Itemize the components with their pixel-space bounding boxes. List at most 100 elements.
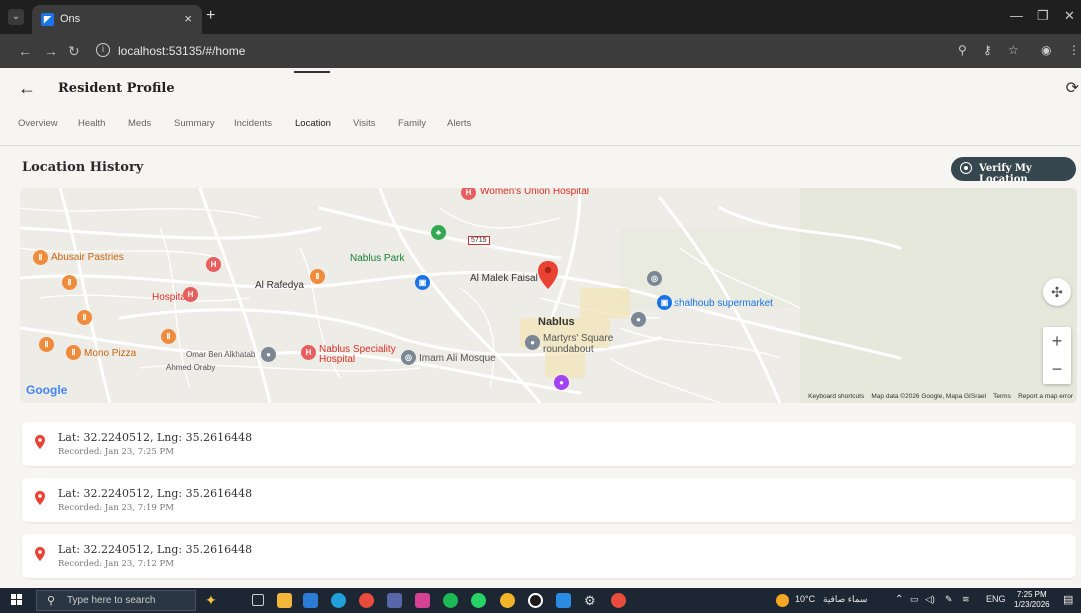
close-window-icon[interactable]: ✕ [1064,8,1075,24]
restaurant-icon[interactable]: Ⅱ [310,269,325,284]
tab-summary[interactable]: Summary [174,118,215,146]
chrome-canary-icon[interactable] [500,593,515,608]
password-key-icon[interactable]: ⚷ [983,43,992,57]
malek-faisal-label: Al Malek Faisal [470,273,538,284]
keyboard-shortcuts-link[interactable]: Keyboard shortcuts [808,393,864,400]
verify-location-button[interactable]: Verify My Location [951,157,1076,185]
url-field[interactable]: i localhost:53135/#/home [90,39,990,63]
browser-tab[interactable]: ◤ Ons × [32,5,202,34]
tab-overview[interactable]: Overview [18,118,58,146]
restaurant-icon[interactable]: Ⅱ [77,310,92,325]
refresh-icon[interactable]: ⟳ [1066,78,1079,98]
tab-family[interactable]: Family [398,118,426,146]
maximize-icon[interactable]: ❐ [1037,8,1049,24]
location-pin-icon [35,547,45,561]
nablus-label: Nablus [538,316,575,328]
minimize-icon[interactable]: — [1010,8,1023,23]
restaurant-icon[interactable]: Ⅱ [39,337,54,352]
pen-icon[interactable]: ✎ [945,594,953,605]
app-icon[interactable] [415,593,430,608]
task-view-icon[interactable] [252,594,264,606]
tab-location[interactable]: Location [295,118,331,146]
tab-visits[interactable]: Visits [353,118,376,146]
mosque-icon[interactable]: ◎ [401,350,416,365]
specialty-hospital-label-2: Hospital [319,354,356,365]
location-list-item[interactable]: Lat: 32.2240512, Lng: 35.2616448 Recorde… [22,478,1076,522]
weather-description[interactable]: سماء صافية [823,594,867,605]
edge-icon[interactable] [331,593,346,608]
landmark-icon[interactable]: ● [261,347,276,362]
weather-temp[interactable]: 10°C [795,594,815,604]
network-icon[interactable]: ▭ [910,594,919,605]
back-arrow-icon[interactable]: ← [18,78,36,99]
store-icon[interactable] [303,593,318,608]
mosque-icon[interactable]: ◎ [647,271,662,286]
whatsapp-icon[interactable] [471,593,486,608]
file-explorer-icon[interactable] [277,593,292,608]
search-icon: ⚲ [47,595,56,607]
hospital-icon[interactable]: H [206,257,221,272]
chrome-icon[interactable] [611,593,626,608]
spotify-icon[interactable] [443,593,458,608]
wifi-icon[interactable]: ≋ [962,594,970,605]
language-indicator[interactable]: ENG [986,594,1006,604]
close-tab-icon[interactable]: × [184,11,192,26]
profile-icon[interactable]: ◉ [1041,43,1051,57]
menu-dots-icon[interactable]: ⋮ [1068,43,1080,57]
place-icon[interactable]: ● [554,375,569,390]
location-recorded: Recorded: Jan 23, 7:25 PM [58,447,174,457]
clock[interactable]: 7:25 PM 1/23/2026 [1014,590,1050,610]
tab-incidents[interactable]: Incidents [234,118,272,146]
copilot-sparkle-icon[interactable]: ✦ [205,592,220,608]
shopping-icon[interactable]: ▣ [657,295,672,310]
hospital-icon[interactable]: H [183,287,198,302]
taskbar-search-input[interactable]: ⚲ Type here to search [36,590,196,611]
street-view-control[interactable]: ✣ [1043,278,1071,306]
hospital-icon[interactable]: H [301,345,316,360]
windows-start-icon[interactable] [11,594,23,606]
zoom-in-button[interactable]: + [1043,327,1071,355]
tab-health[interactable]: Health [78,118,105,146]
location-list-item[interactable]: Lat: 32.2240512, Lng: 35.2616448 Recorde… [22,534,1076,578]
zoom-out-button[interactable]: − [1043,356,1071,384]
app-icon[interactable] [528,593,543,608]
landmark-icon[interactable]: ● [631,312,646,327]
volume-icon[interactable]: ◁) [925,594,935,605]
active-tab-indicator [294,71,330,73]
shopping-icon[interactable]: ▣ [415,275,430,290]
restaurant-icon[interactable]: Ⅱ [66,345,81,360]
location-map[interactable]: H Women's Union Hospital Ⅱ Abusair Pastr… [20,188,1077,403]
location-recorded: Recorded: Jan 23, 7:19 PM [58,503,174,513]
tab-search-icon[interactable]: ⌄ [8,9,24,25]
park-icon[interactable]: ♣ [431,225,446,240]
chrome-icon[interactable] [359,593,374,608]
notifications-icon[interactable]: ▤ [1063,593,1073,606]
weather-icon[interactable] [776,594,789,607]
location-icon[interactable]: ⚲ [958,43,967,57]
tab-alerts[interactable]: Alerts [447,118,471,146]
target-icon [960,162,972,174]
vscode-icon[interactable] [556,593,571,608]
restaurant-icon[interactable]: Ⅱ [62,275,77,290]
map-data-text: Map data ©2026 Google, Mapa GISrael [871,393,987,400]
search-placeholder: Type here to search [67,595,156,606]
nablus-park-label: Nablus Park [350,253,405,264]
tray-chevron-icon[interactable]: ⌃ [895,594,903,605]
location-list-item[interactable]: Lat: 32.2240512, Lng: 35.2616448 Recorde… [22,422,1076,466]
terms-link[interactable]: Terms [993,393,1011,400]
landmark-icon[interactable]: ● [525,335,540,350]
reload-icon[interactable]: ↻ [68,43,80,60]
tab-meds[interactable]: Meds [128,118,151,146]
back-icon[interactable]: ← [18,43,32,59]
bookmark-star-icon[interactable]: ☆ [1008,43,1019,57]
report-error-link[interactable]: Report a map error [1018,393,1073,400]
mono-pizza-label: Mono Pizza [84,348,137,359]
restaurant-icon[interactable]: Ⅱ [33,250,48,265]
abusair-label: Abusair Pastries [51,252,124,263]
app-icon[interactable] [387,593,402,608]
restaurant-icon[interactable]: Ⅱ [161,329,176,344]
site-info-icon[interactable]: i [96,43,110,57]
new-tab-icon[interactable]: + [206,7,215,25]
settings-gear-icon[interactable]: ⚙ [584,593,599,608]
forward-icon[interactable]: → [44,43,58,59]
